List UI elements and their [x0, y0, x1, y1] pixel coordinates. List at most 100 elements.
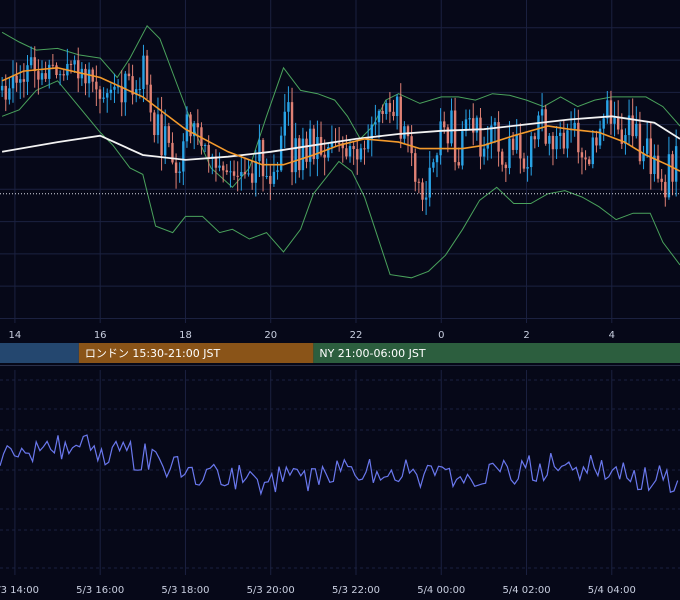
candle-body: [515, 134, 518, 150]
candle-body: [84, 68, 87, 84]
candle-body: [247, 173, 250, 175]
candle-body: [250, 173, 254, 183]
session-tokyo-band: [0, 343, 79, 363]
candle-body: [519, 134, 522, 159]
candle-body: [403, 126, 406, 139]
candle-body: [399, 96, 402, 139]
candle-body: [385, 103, 388, 115]
price-x-tick-label: 16: [94, 330, 107, 341]
candle-body: [656, 155, 660, 179]
candle-body: [595, 137, 598, 146]
candle-body: [272, 171, 276, 184]
candle-body: [0, 85, 4, 91]
candle-body: [468, 118, 471, 120]
candle-body: [323, 154, 326, 158]
background: [0, 0, 680, 600]
candle-body: [562, 132, 566, 149]
candle-body: [218, 165, 221, 168]
candle-body: [511, 138, 515, 150]
candle-body: [22, 79, 26, 82]
candle-body: [366, 139, 370, 149]
candle-body: [356, 149, 359, 160]
candle-body: [540, 109, 544, 116]
candle-body: [439, 121, 442, 156]
candle-body: [584, 157, 587, 160]
candle-body: [87, 69, 91, 84]
candle-body: [395, 96, 399, 117]
candle-body: [153, 112, 156, 136]
price-x-tick-label: 4: [609, 330, 615, 341]
candle-body: [301, 138, 305, 171]
candle-body: [283, 111, 286, 136]
candle-body: [40, 73, 44, 80]
candle-body: [298, 138, 301, 171]
candle-body: [381, 110, 384, 115]
candle-body: [171, 142, 174, 163]
candle-body: [19, 79, 22, 83]
candle-body: [573, 122, 576, 129]
candle-body: [508, 138, 511, 169]
oscillator-x-tick-label: 5/3 14:00: [0, 585, 39, 596]
candle-body: [548, 135, 551, 144]
candle-body: [577, 122, 580, 153]
candle-body: [479, 117, 482, 157]
candle-body: [185, 114, 189, 142]
candle-body: [258, 139, 261, 162]
candle-body: [537, 115, 540, 140]
session-ny-label: NY 21:00-06:00 JST: [319, 347, 426, 360]
candle-body: [276, 170, 279, 172]
candle-body: [566, 130, 569, 149]
candle-body: [138, 89, 142, 91]
candle-body: [457, 162, 460, 166]
candle-body: [443, 121, 446, 128]
candle-body: [410, 136, 413, 154]
candle-body: [98, 89, 102, 99]
candle-body: [95, 81, 98, 90]
candle-body: [377, 110, 381, 123]
candle-body: [533, 136, 537, 140]
candle-body: [294, 138, 297, 173]
candle-body: [240, 172, 243, 176]
candle-body: [145, 55, 149, 85]
candle-body: [167, 126, 171, 143]
oscillator-x-tick-label: 5/3 22:00: [332, 585, 380, 596]
candle-body: [530, 136, 533, 168]
candle-body: [142, 55, 145, 90]
candle-body: [265, 175, 268, 177]
candle-body: [15, 75, 18, 83]
candle-body: [363, 148, 366, 150]
candle-body: [269, 175, 272, 184]
candle-body: [555, 136, 558, 150]
price-x-tick-label: 2: [523, 330, 529, 341]
candle-body: [638, 123, 642, 162]
oscillator-x-tick-label: 5/3 18:00: [161, 585, 209, 596]
candle-body: [232, 171, 236, 176]
candle-body: [580, 152, 584, 158]
candle-body: [352, 146, 355, 150]
candle-body: [388, 103, 392, 112]
candle-body: [453, 110, 457, 163]
candle-body: [417, 181, 421, 183]
oscillator-x-tick-label: 5/4 04:00: [588, 585, 636, 596]
candle-body: [164, 126, 167, 156]
oscillator-x-tick-label: 5/4 00:00: [417, 585, 465, 596]
candle-body: [406, 126, 410, 137]
session-bar: ロンドン 15:30-21:00 JST NY 21:00-06:00 JST: [0, 343, 680, 363]
candle-body: [182, 141, 185, 172]
candle-body: [374, 122, 377, 125]
candle-body: [602, 118, 605, 129]
candle-body: [225, 170, 229, 173]
price-x-tick-label: 18: [179, 330, 192, 341]
candle-body: [616, 117, 620, 130]
candle-body: [345, 148, 348, 157]
candle-body: [261, 139, 265, 177]
candle-body: [287, 102, 290, 112]
candle-body: [48, 64, 51, 79]
candle-body: [493, 122, 497, 126]
candle-body: [450, 110, 453, 144]
candle-body: [497, 122, 500, 152]
candle-body: [109, 89, 113, 94]
candle-body: [359, 148, 363, 160]
candle-body: [44, 73, 47, 79]
candle-body: [120, 86, 123, 103]
